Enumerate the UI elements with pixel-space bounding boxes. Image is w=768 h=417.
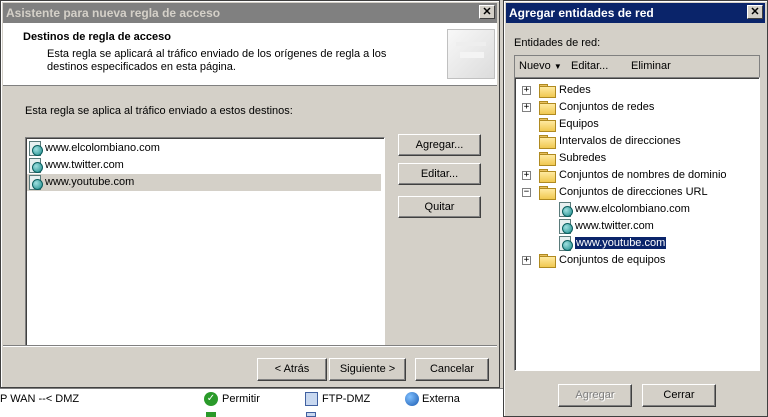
collapse-icon[interactable]: −	[522, 188, 531, 197]
tree-item[interactable]: + Conjuntos de redes	[522, 99, 655, 116]
tree-item[interactable]: Equipos	[539, 116, 599, 133]
panel-close-icon[interactable]: ✕	[747, 5, 763, 19]
edit-button[interactable]: Editar...	[398, 163, 481, 185]
folder-icon	[539, 84, 556, 99]
wizard-title: Asistente para nueva regla de acceso	[6, 6, 221, 20]
tree-item[interactable]: + Conjuntos de equipos	[522, 252, 666, 269]
expand-icon[interactable]: +	[522, 86, 531, 95]
rule-network: Externa	[422, 393, 460, 405]
tree-item-label: Redes	[559, 84, 591, 96]
tree-item-label: Subredes	[559, 152, 607, 164]
dropdown-arrow-icon: ▼	[553, 62, 562, 71]
folder-icon	[539, 101, 556, 116]
expand-icon[interactable]: +	[522, 256, 531, 265]
folder-icon	[539, 254, 556, 269]
tree-item-label: www.elcolombiano.com	[575, 203, 690, 215]
entities-label: Entidades de red:	[514, 37, 601, 49]
tree-item[interactable]: + Redes	[522, 82, 591, 99]
list-item-selected[interactable]: www.youtube.com	[27, 174, 381, 191]
expand-icon[interactable]: +	[522, 171, 531, 180]
tree-item[interactable]: Intervalos de direcciones	[539, 133, 681, 150]
folder-icon	[539, 135, 556, 150]
tree-item-label: Intervalos de direcciones	[559, 135, 681, 147]
tree-item-label: Conjuntos de redes	[559, 101, 655, 113]
tree-item[interactable]: + Conjuntos de nombres de dominio	[522, 167, 727, 184]
list-item[interactable]: www.twitter.com	[29, 157, 124, 174]
tree-item[interactable]: Subredes	[539, 150, 606, 167]
tree-item-label: www.twitter.com	[575, 220, 654, 232]
folder-icon	[539, 169, 556, 184]
allow-icon: ✓	[204, 392, 218, 406]
tree-child-item[interactable]: www.twitter.com	[559, 218, 654, 235]
header-description: Esta regla se aplicará al tráfico enviad…	[47, 48, 387, 73]
folder-icon	[539, 152, 556, 167]
folder-icon	[539, 118, 556, 133]
row-stub-icons	[206, 412, 216, 417]
wizard-header: Destinos de regla de acceso Esta regla s…	[3, 23, 497, 86]
url-set-icon	[29, 175, 43, 191]
list-item[interactable]: www.elcolombiano.com	[29, 140, 160, 157]
panel-title: Agregar entidades de red	[509, 6, 654, 20]
wizard-separator	[3, 345, 497, 347]
wizard-close-icon[interactable]: ✕	[479, 5, 495, 19]
url-set-icon	[559, 202, 573, 218]
header-graphic-icon	[447, 29, 495, 79]
tree-item[interactable]: − Conjuntos de direcciones URL	[522, 184, 708, 201]
wizard-window: Asistente para nueva regla de acceso ✕ D…	[0, 0, 500, 388]
panel-close-button[interactable]: Cerrar	[642, 384, 716, 407]
url-set-icon	[29, 141, 43, 157]
add-button[interactable]: Agregar...	[398, 134, 481, 156]
new-menu-button[interactable]: Nuevo ▼	[519, 60, 562, 72]
rule-protocol: FTP-DMZ	[322, 393, 371, 405]
url-set-icon	[559, 236, 573, 252]
protocol-icon	[305, 392, 318, 406]
tree-item-label: Conjuntos de equipos	[559, 254, 666, 266]
url-set-icon	[29, 158, 43, 174]
globe-icon	[405, 392, 419, 406]
entities-tree[interactable]: + Redes + Conjuntos de redes Equipos Interval…	[514, 77, 760, 371]
url-set-icon	[559, 219, 573, 235]
tree-child-item[interactable]: www.elcolombiano.com	[559, 201, 690, 218]
next-button[interactable]: Siguiente >	[329, 358, 406, 381]
panel-add-button[interactable]: Agregar	[558, 384, 632, 407]
remove-button[interactable]: Quitar	[398, 196, 481, 218]
back-button[interactable]: < Atrás	[257, 358, 327, 381]
network-entities-window: Agregar entidades de red ✕ Entidades de …	[503, 0, 768, 417]
expand-icon[interactable]: +	[522, 103, 531, 112]
tree-item-label: Equipos	[559, 118, 599, 130]
background-rule-row: P WAN --< DMZ ✓ Permitir FTP-DMZ Externa	[0, 388, 505, 417]
entities-toolbar: Nuevo ▼ Editar... Eliminar	[514, 55, 760, 77]
rule-action: Permitir	[222, 393, 260, 405]
destinations-label: Esta regla se aplica al tráfico enviado …	[25, 105, 293, 117]
toolbar-edit-button[interactable]: Editar...	[571, 60, 608, 72]
header-title: Destinos de regla de acceso	[23, 31, 171, 43]
wizard-titlebar[interactable]: Asistente para nueva regla de acceso ✕	[3, 3, 497, 23]
toolbar-delete-button[interactable]: Eliminar	[631, 60, 671, 72]
tree-item-label: www.youtube.com	[575, 237, 667, 249]
tree-child-item[interactable]: www.youtube.com	[559, 235, 667, 252]
panel-titlebar[interactable]: Agregar entidades de red ✕	[506, 3, 765, 23]
rule-name: P WAN --< DMZ	[0, 393, 80, 405]
destinations-list[interactable]: www.elcolombiano.com www.twitter.com www…	[25, 137, 385, 347]
tree-item-label: Conjuntos de direcciones URL	[559, 186, 708, 198]
tree-item-label: Conjuntos de nombres de dominio	[559, 169, 727, 181]
folder-icon	[539, 186, 556, 201]
cancel-button[interactable]: Cancelar	[415, 358, 489, 381]
